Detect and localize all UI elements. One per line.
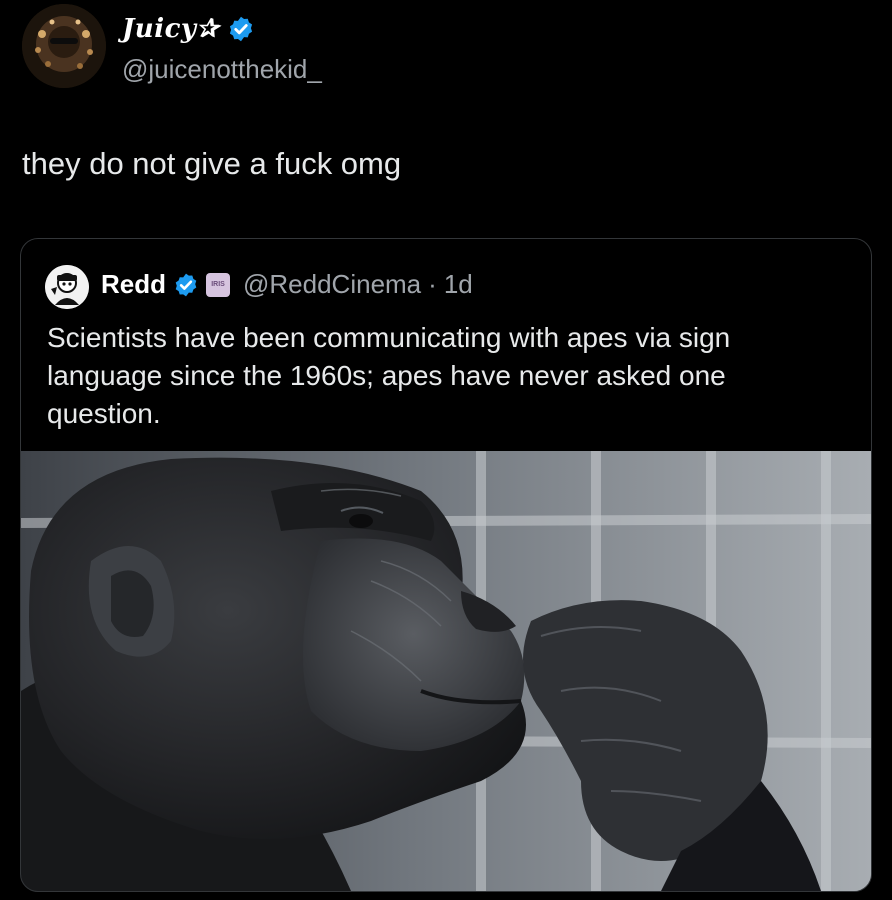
affiliate-badge-icon: IRIS: [206, 272, 230, 297]
quoted-avatar-icon: [45, 265, 89, 309]
gorilla-photo[interactable]: [21, 451, 871, 891]
author-handle[interactable]: @juicenotthekid_: [122, 54, 322, 85]
quoted-tweet-card[interactable]: Redd IRIS @ReddCinema · 1d Scientists ha…: [20, 238, 872, 892]
verified-badge-icon: [175, 273, 197, 296]
tweet-text: they do not give a fuck omg: [22, 146, 402, 181]
author-avatar[interactable]: [22, 4, 106, 88]
author-display-name[interactable]: Juicy✰: [122, 14, 219, 44]
quoted-tweet-text: Scientists have been communicating with …: [47, 322, 731, 429]
gorilla-image: [21, 451, 871, 891]
author-name-row: Juicy✰: [122, 14, 255, 44]
avatar-photo-icon: [22, 4, 106, 88]
quoted-display-name[interactable]: Redd: [101, 269, 166, 300]
quoted-timestamp[interactable]: 1d: [444, 269, 473, 300]
quoted-author-avatar[interactable]: [45, 265, 89, 309]
verified-badge-icon: [229, 16, 252, 42]
quoted-name-row: Redd IRIS @ReddCinema · 1d: [101, 269, 473, 300]
quoted-handle[interactable]: @ReddCinema: [243, 269, 421, 300]
separator-dot: ·: [428, 269, 437, 299]
